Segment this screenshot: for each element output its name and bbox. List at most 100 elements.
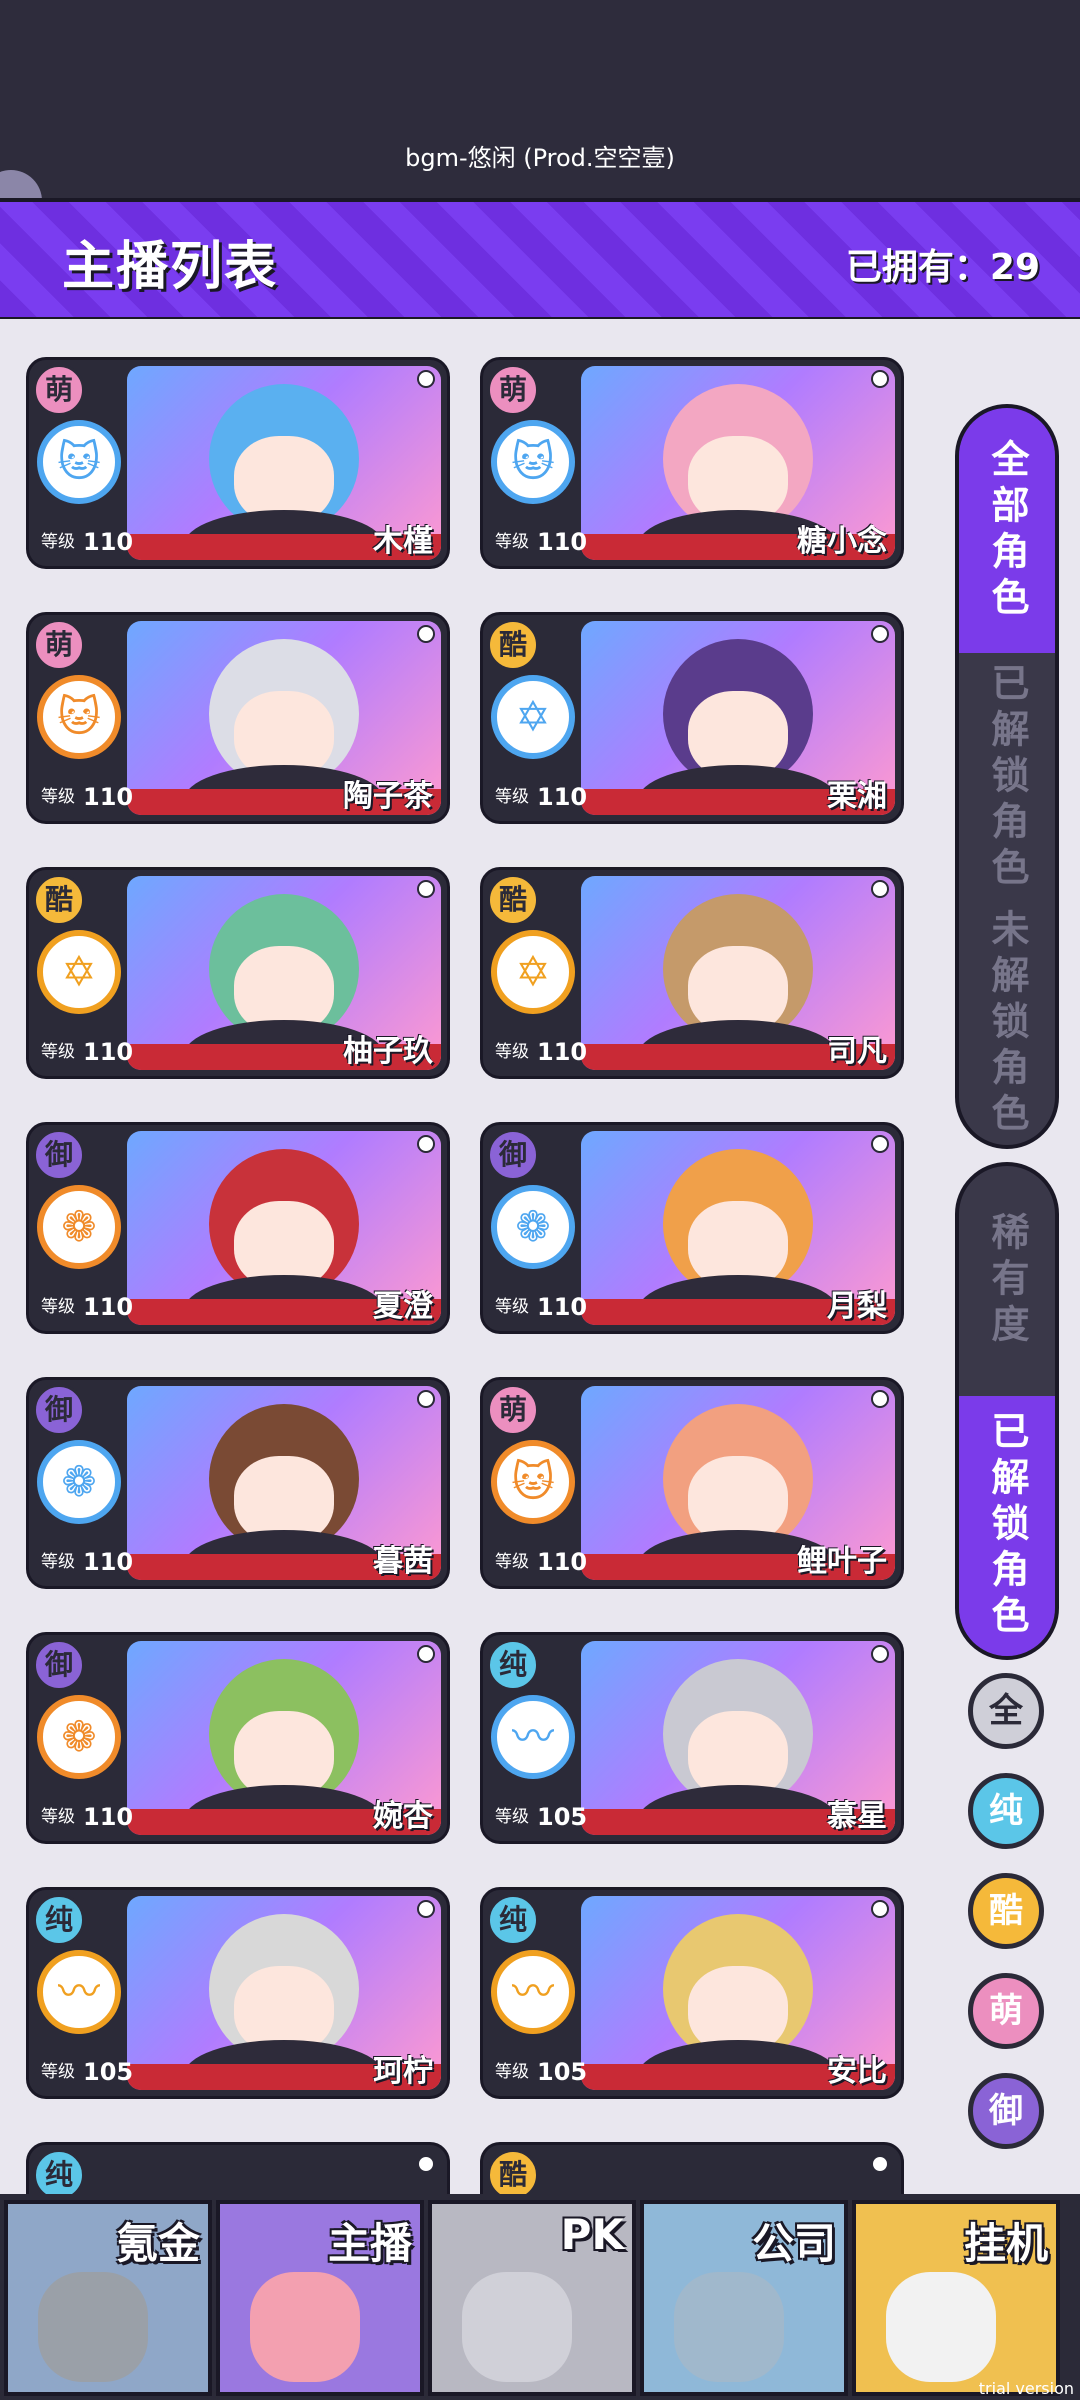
type-tag: 酷 [33, 874, 85, 926]
header-bar: 主播列表 已拥有：29 [0, 198, 1080, 323]
streamer-card[interactable]: 木槿 萌 🐱 等级 110 [26, 357, 450, 569]
type-tag: 萌 [33, 364, 85, 416]
streamer-card[interactable]: 鲤叶子 萌 🐱 等级 110 [480, 1377, 904, 1589]
tab-icon [38, 2272, 148, 2382]
pulse-icon: 〰 [491, 1695, 575, 1779]
star-icon: ✡ [37, 930, 121, 1014]
bottom-nav: 氪金 主播 PK 公司 挂机 trial version [0, 2194, 1080, 2400]
streamer-card[interactable]: 婉杏 御 ❁ 等级 110 [26, 1632, 450, 1844]
side-menu-label: 未解锁角色 [985, 909, 1029, 1139]
level-value: 110 [83, 1038, 134, 1066]
type-tag: 酷 [487, 2149, 539, 2194]
level-value: 110 [83, 1803, 134, 1831]
level-label: 等级 [495, 787, 529, 807]
bgm-track-label: bgm-悠闲 (Prod.空空壹) [405, 144, 675, 172]
level-label: 等级 [495, 1042, 529, 1062]
corner-dot [417, 2155, 435, 2173]
filter-全[interactable]: 全 [968, 1673, 1044, 1749]
level-value: 110 [537, 1548, 588, 1576]
streamer-card[interactable]: 慕星 纯〰等级 105 [480, 1632, 904, 1844]
level-label: 等级 [41, 532, 75, 552]
level-value: 110 [537, 783, 588, 811]
level-label: 等级 [495, 1807, 529, 1827]
streamer-name: 鲤叶子 [797, 1544, 887, 1579]
tab-挂机[interactable]: 挂机 [852, 2200, 1060, 2396]
type-tag: 御 [33, 1384, 85, 1436]
side-menu-label: 已解锁角色 [985, 1411, 1029, 1641]
streamer-card[interactable]: 糖小念 萌 🐱 等级 110 [480, 357, 904, 569]
tab-icon [462, 2272, 572, 2382]
streamer-card-partial[interactable]: 酷 [480, 2142, 904, 2194]
tab-label: 公司 [751, 2219, 836, 2268]
side-menu-item[interactable]: 全部角色 [959, 408, 1055, 653]
corner-dot [417, 625, 435, 643]
trial-version-label: trial version [978, 2379, 1074, 2398]
filter-纯[interactable]: 纯 [968, 1773, 1044, 1849]
side-menu-item[interactable]: 未解锁角色 [959, 903, 1055, 1145]
cat-icon: 🐱 [37, 675, 121, 759]
streamer-name: 婉杏 [373, 1799, 433, 1834]
streamer-name: 夏澄 [373, 1289, 433, 1324]
ownership-filter-menu: 全部角色已解锁角色未解锁角色 [955, 404, 1059, 1149]
level-label: 等级 [495, 2062, 529, 2082]
tab-公司[interactable]: 公司 [640, 2200, 848, 2396]
streamer-card[interactable]: 夏澄 御 ❁ 等级 110 [26, 1122, 450, 1334]
level-label: 等级 [41, 1297, 75, 1317]
tab-icon [674, 2272, 784, 2382]
type-tag: 萌 [487, 364, 539, 416]
streamer-card[interactable]: 珂柠 纯〰等级 105 [26, 1887, 450, 2099]
cat-icon: 🐱 [491, 1440, 575, 1524]
level-value: 110 [83, 783, 134, 811]
level-value: 110 [537, 1038, 588, 1066]
tab-氪金[interactable]: 氪金 [4, 2200, 212, 2396]
streamer-card-partial[interactable]: 纯 [26, 2142, 450, 2194]
level-label: 等级 [495, 1552, 529, 1572]
tab-label: 主播 [327, 2219, 412, 2268]
level-value: 110 [537, 528, 588, 556]
filter-萌[interactable]: 萌 [968, 1973, 1044, 2049]
side-menu-label: 已解锁角色 [985, 663, 1029, 893]
tab-label: PK [560, 2210, 624, 2259]
corner-dot [417, 1135, 435, 1153]
streamer-name: 珂柠 [373, 2054, 433, 2089]
filter-酷[interactable]: 酷 [968, 1873, 1044, 1949]
level-label: 等级 [41, 1807, 75, 1827]
type-tag: 纯 [33, 2149, 85, 2194]
page-title: 主播列表 [62, 237, 279, 297]
corner-dot [871, 1645, 889, 1663]
streamer-card[interactable]: 安比 纯〰等级 105 [480, 1887, 904, 2099]
side-menu-label: 全部角色 [985, 438, 1029, 623]
level-value: 105 [83, 2058, 134, 2086]
type-tag: 御 [33, 1639, 85, 1691]
side-menu-item[interactable]: 已解锁角色 [959, 1396, 1055, 1656]
level-label: 等级 [495, 1297, 529, 1317]
level-value: 110 [537, 1293, 588, 1321]
filter-御[interactable]: 御 [968, 2073, 1044, 2149]
tab-主播[interactable]: 主播 [216, 2200, 424, 2396]
corner-dot [871, 625, 889, 643]
streamer-card[interactable]: 柚子玖 酷 ✡ 等级 110 [26, 867, 450, 1079]
star-icon: ✡ [491, 930, 575, 1014]
level-label: 等级 [41, 1552, 75, 1572]
streamer-card[interactable]: 栗湘 酷 ✡ 等级 110 [480, 612, 904, 824]
tab-icon [250, 2272, 360, 2382]
corner-dot [417, 370, 435, 388]
streamer-card[interactable]: 暮茜 御 ❁ 等级 110 [26, 1377, 450, 1589]
side-menu-item[interactable]: 已解锁角色 [959, 653, 1055, 903]
corner-dot [871, 1135, 889, 1153]
streamer-grid: 木槿萌 🐱 等级 110 糖小念萌 🐱 等级 110 陶子茶萌 🐱 等级 110 栗湘酷 ✡ 等级 110 柚子… [0, 319, 1080, 2194]
streamer-card[interactable]: 陶子茶 萌 🐱 等级 110 [26, 612, 450, 824]
pulse-icon: 〰 [491, 1950, 575, 2034]
streamer-name: 陶子茶 [343, 779, 433, 814]
corner-dot [871, 1390, 889, 1408]
level-value: 110 [83, 528, 134, 556]
streamer-name: 暮茜 [373, 1544, 433, 1579]
type-tag: 酷 [487, 619, 539, 671]
tab-PK[interactable]: PK [428, 2200, 636, 2396]
level-label: 等级 [41, 787, 75, 807]
streamer-card[interactable]: 司凡 酷 ✡ 等级 110 [480, 867, 904, 1079]
side-menu-item[interactable]: 稀有度 [959, 1166, 1055, 1396]
streamer-card[interactable]: 月梨 御 ❁ 等级 110 [480, 1122, 904, 1334]
level-label: 等级 [41, 2062, 75, 2082]
streamer-name: 司凡 [827, 1034, 887, 1069]
